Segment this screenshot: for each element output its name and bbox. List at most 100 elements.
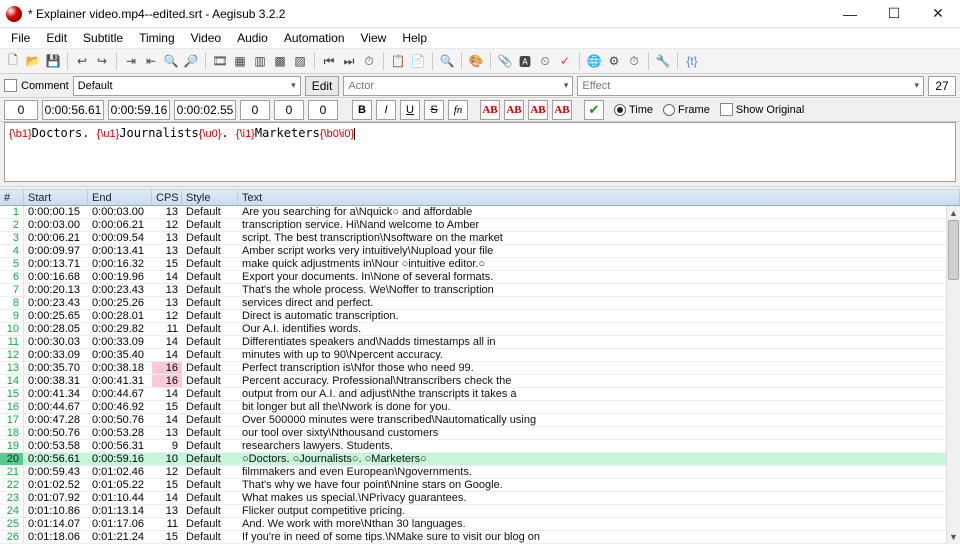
grid-body[interactable]: 10:00:00.150:00:03.0013DefaultAre you se… <box>0 206 960 544</box>
table-row[interactable]: 230:01:07.920:01:10.4414DefaultWhat make… <box>0 492 960 505</box>
table-row[interactable]: 240:01:10.860:01:13.1413DefaultFlicker o… <box>0 505 960 518</box>
table-row[interactable]: 50:00:13.710:00:16.3215Defaultmake quick… <box>0 258 960 271</box>
menu-timing[interactable]: Timing <box>132 29 182 47</box>
edit-style-button[interactable]: Edit <box>305 76 340 96</box>
start-time-field[interactable]: 0:00:56.61 <box>42 100 104 120</box>
spellcheck-icon[interactable]: ✓ <box>556 52 574 70</box>
jump-video-icon[interactable]: ⇤ <box>142 52 160 70</box>
margin-l-field[interactable]: 0 <box>240 100 270 120</box>
margin-v-field[interactable]: 0 <box>308 100 338 120</box>
col-text[interactable]: Text <box>238 190 960 205</box>
video-crop-icon[interactable]: ▩ <box>271 52 289 70</box>
table-row[interactable]: 210:00:59.430:01:02.4612Defaultfilmmaker… <box>0 466 960 479</box>
underline-button[interactable]: U <box>400 100 420 120</box>
translation-icon[interactable]: 🌐 <box>585 52 603 70</box>
table-row[interactable]: 60:00:16.680:00:19.9614DefaultExport you… <box>0 271 960 284</box>
vertical-scrollbar[interactable]: ▲ ▼ <box>946 206 960 544</box>
table-row[interactable]: 140:00:38.310:00:41.3116DefaultPercent a… <box>0 375 960 388</box>
col-end[interactable]: End <box>88 190 152 205</box>
maximize-button[interactable]: ☐ <box>872 0 916 28</box>
table-row[interactable]: 170:00:47.280:00:50.7614DefaultOver 5000… <box>0 414 960 427</box>
table-row[interactable]: 110:00:30.030:00:33.0914DefaultDifferent… <box>0 336 960 349</box>
table-row[interactable]: 200:00:56.610:00:59.1610Default○Doctors.… <box>0 453 960 466</box>
menu-audio[interactable]: Audio <box>230 29 275 47</box>
table-row[interactable]: 10:00:00.150:00:03.0013DefaultAre you se… <box>0 206 960 219</box>
table-row[interactable]: 190:00:53.580:00:56.319Defaultresearcher… <box>0 440 960 453</box>
col-index[interactable]: # <box>0 190 24 205</box>
comment-checkbox[interactable]: Comment <box>4 79 69 92</box>
video-close-icon[interactable]: ▦ <box>231 52 249 70</box>
commit-button[interactable]: ✔ <box>584 100 604 120</box>
subtitle-edit-box[interactable]: {\b1}Doctors. {\u1}Journalists{\u0}. {\i… <box>4 122 956 182</box>
shift-times-icon[interactable]: ⏲ <box>536 52 554 70</box>
table-row[interactable]: 80:00:23.430:00:25.2613Defaultservices d… <box>0 297 960 310</box>
undo-icon[interactable]: ↩ <box>73 52 91 70</box>
video-crop2-icon[interactable]: ▨ <box>291 52 309 70</box>
table-row[interactable]: 70:00:20.130:00:23.4313DefaultThat's the… <box>0 284 960 297</box>
col-style[interactable]: Style <box>182 190 238 205</box>
snap-scene-icon[interactable]: ⏱ <box>360 52 378 70</box>
time-radio[interactable]: Time <box>614 104 653 116</box>
scroll-up-icon[interactable]: ▲ <box>947 206 960 220</box>
save-icon[interactable]: 💾 <box>44 52 62 70</box>
video-open-icon[interactable]: 🎞 <box>211 52 229 70</box>
video-detach-icon[interactable]: ▥ <box>251 52 269 70</box>
fonts-icon[interactable]: 🅰 <box>516 52 534 70</box>
effect-combo[interactable]: Effect <box>577 76 924 96</box>
menu-automation[interactable]: Automation <box>277 29 352 47</box>
copy-icon[interactable]: 📋 <box>389 52 407 70</box>
minimize-button[interactable]: — <box>828 0 872 28</box>
timing-post-icon[interactable]: ⏱ <box>625 52 643 70</box>
color3-button[interactable]: AB <box>528 100 548 120</box>
show-original-checkbox[interactable]: Show Original <box>720 103 804 116</box>
bold-button[interactable]: B <box>352 100 372 120</box>
strike-button[interactable]: S <box>424 100 444 120</box>
table-row[interactable]: 90:00:25.650:00:28.0112DefaultDirect is … <box>0 310 960 323</box>
find-icon[interactable]: 🔍 <box>438 52 456 70</box>
menu-help[interactable]: Help <box>395 29 434 47</box>
attach-icon[interactable]: 📎 <box>496 52 514 70</box>
open-icon[interactable]: 📂 <box>24 52 42 70</box>
table-row[interactable]: 250:01:14.070:01:17.0611DefaultAnd. We w… <box>0 518 960 531</box>
snap-start-icon[interactable]: ⏮ <box>320 52 338 70</box>
zoom-out-icon[interactable]: 🔎 <box>182 52 200 70</box>
assdraw-icon[interactable]: {t} <box>683 52 701 70</box>
table-row[interactable]: 30:00:06.210:00:09.5413Defaultscript. Th… <box>0 232 960 245</box>
style-combo[interactable]: Default <box>73 76 301 96</box>
table-row[interactable]: 150:00:41.340:00:44.6714Defaultoutput fr… <box>0 388 960 401</box>
styles-manager-icon[interactable]: 🎨 <box>467 52 485 70</box>
menu-subtitle[interactable]: Subtitle <box>76 29 130 47</box>
table-row[interactable]: 130:00:35.700:00:38.1816DefaultPerfect t… <box>0 362 960 375</box>
margin-r-field[interactable]: 0 <box>274 100 304 120</box>
table-row[interactable]: 20:00:03.000:00:06.2112Defaulttranscript… <box>0 219 960 232</box>
automation-icon[interactable]: 🔧 <box>654 52 672 70</box>
duration-field[interactable]: 0:00:02.55 <box>174 100 236 120</box>
table-row[interactable]: 220:01:02.520:01:05.2215DefaultThat's wh… <box>0 479 960 492</box>
col-start[interactable]: Start <box>24 190 88 205</box>
table-row[interactable]: 40:00:09.970:00:13.4113DefaultAmber scri… <box>0 245 960 258</box>
layer-field[interactable]: 0 <box>4 100 38 120</box>
color1-button[interactable]: AB <box>480 100 500 120</box>
paste-icon[interactable]: 📄 <box>409 52 427 70</box>
actor-combo[interactable]: Actor <box>343 76 573 96</box>
jump-sub-icon[interactable]: ⇥ <box>122 52 140 70</box>
close-button[interactable]: ✕ <box>916 0 960 28</box>
new-icon[interactable]: 🗋 <box>4 52 22 70</box>
menu-file[interactable]: File <box>4 29 37 47</box>
italic-button[interactable]: I <box>376 100 396 120</box>
resample-icon[interactable]: ⚙ <box>605 52 623 70</box>
table-row[interactable]: 100:00:28.050:00:29.8211DefaultOur A.I. … <box>0 323 960 336</box>
color2-button[interactable]: AB <box>504 100 524 120</box>
menu-view[interactable]: View <box>354 29 394 47</box>
menu-video[interactable]: Video <box>184 29 228 47</box>
scroll-down-icon[interactable]: ▼ <box>947 530 960 544</box>
table-row[interactable]: 260:01:18.060:01:21.2415DefaultIf you're… <box>0 531 960 544</box>
table-row[interactable]: 180:00:50.760:00:53.2813Defaultour tool … <box>0 427 960 440</box>
col-cps[interactable]: CPS <box>152 190 182 205</box>
frame-radio[interactable]: Frame <box>663 104 710 116</box>
menu-edit[interactable]: Edit <box>39 29 74 47</box>
zoom-in-icon[interactable]: 🔍 <box>162 52 180 70</box>
table-row[interactable]: 160:00:44.670:00:46.9215Defaultbit longe… <box>0 401 960 414</box>
scroll-thumb[interactable] <box>948 220 959 280</box>
end-time-field[interactable]: 0:00:59.16 <box>108 100 170 120</box>
